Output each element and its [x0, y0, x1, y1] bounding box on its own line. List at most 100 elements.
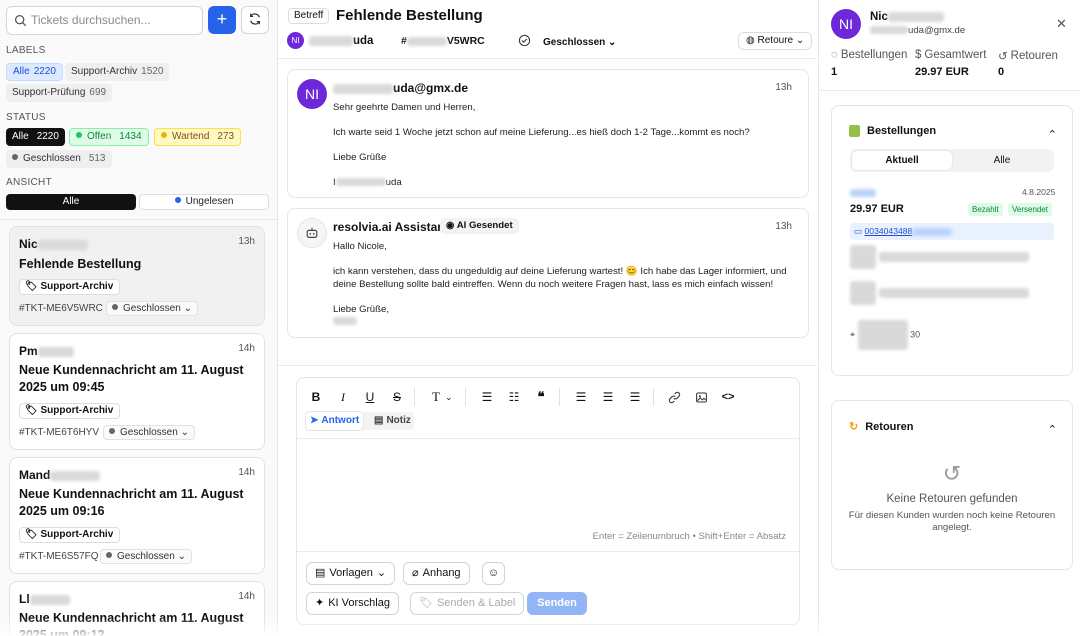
- chevron-up-icon[interactable]: ⌃: [1048, 128, 1057, 141]
- chevron-up-icon[interactable]: ⌃: [1048, 423, 1057, 436]
- status-name: Offen: [87, 131, 112, 142]
- new-ticket-button[interactable]: +: [208, 6, 236, 34]
- redacted-text: [850, 189, 876, 198]
- chevron-down-icon: ⌄: [445, 391, 453, 402]
- ticket-status: Geschlossen: [120, 427, 178, 438]
- reply-textarea[interactable]: [307, 448, 791, 524]
- status-dropdown[interactable]: Geschlossen ⌄: [518, 34, 616, 50]
- text-type-icon: T: [432, 389, 440, 404]
- status-filter-open[interactable]: Offen 1434: [69, 128, 149, 146]
- status-dot-icon: [112, 304, 118, 310]
- orders-header[interactable]: Bestellungen: [849, 125, 936, 137]
- refresh-icon: [248, 12, 262, 29]
- ai-suggestion-button[interactable]: ✦ KI Vorschlag: [306, 592, 399, 615]
- retoure-dropdown[interactable]: ◍ Retoure ⌄: [738, 32, 813, 50]
- templates-dropdown[interactable]: ▤ Vorlagen ⌄: [306, 562, 396, 585]
- dollar-icon: $: [915, 49, 922, 61]
- divider: [278, 365, 819, 366]
- send-and-label-button[interactable]: 🏷︎ Senden & Label: [410, 592, 525, 615]
- note-tab[interactable]: ▤ Notiz: [370, 412, 415, 430]
- status-count: 273: [217, 131, 235, 142]
- align-center-icon[interactable]: ☰: [599, 388, 617, 406]
- search-box[interactable]: [6, 6, 203, 35]
- image-icon[interactable]: [692, 388, 710, 406]
- returns-header[interactable]: ↻ Retouren: [849, 420, 914, 434]
- refresh-button[interactable]: [241, 6, 269, 34]
- attachment-label: Anhang: [422, 567, 461, 579]
- paid-badge: Bezahlt: [968, 203, 1003, 216]
- quote-icon[interactable]: ❝: [532, 388, 550, 406]
- ticket-time: 14h: [238, 343, 255, 354]
- labels-heading: LABELS: [6, 45, 46, 56]
- tag-text: Support-Archiv: [40, 281, 114, 292]
- status-filter-waiting[interactable]: Wartend 273: [154, 128, 242, 146]
- status-count: 1434: [119, 131, 142, 142]
- bold-icon[interactable]: B: [307, 388, 325, 406]
- search-input[interactable]: [31, 13, 196, 27]
- redacted-text: [50, 470, 101, 481]
- message-body: Sehr geehrte Damen und Herren, Ich warte…: [333, 102, 792, 202]
- tag-text: Support-Archiv: [40, 405, 114, 416]
- message-signature: Iuda: [333, 177, 402, 188]
- label-filter-support-archiv[interactable]: Support-Archiv 1520: [65, 63, 170, 81]
- shipped-badge: Versendet: [1008, 203, 1053, 216]
- message-line: Sehr geehrte Damen und Herren,: [333, 102, 476, 113]
- italic-icon[interactable]: I: [334, 388, 352, 406]
- ticket-subject: Neue Kundennachricht am 11. August 2025 …: [19, 363, 244, 394]
- label-filter-all[interactable]: Alle 2220: [6, 63, 63, 81]
- ticket-time: 13h: [238, 236, 255, 247]
- ticket-customer-name: Nic: [19, 237, 38, 251]
- align-right-icon[interactable]: ☰: [626, 388, 644, 406]
- view-all-button[interactable]: Alle: [6, 194, 136, 210]
- redacted-text: [333, 317, 357, 326]
- order-item: [850, 281, 1030, 305]
- tab-all[interactable]: Alle: [952, 151, 1052, 170]
- message-line: Hallo Nicole,: [333, 241, 387, 252]
- emoji-button[interactable]: ☺: [482, 562, 505, 585]
- label-filter-support-pruefung[interactable]: Support-Prüfung 699: [6, 84, 113, 102]
- redacted-text: [309, 35, 353, 46]
- status-dot-icon: [161, 132, 167, 138]
- underline-icon[interactable]: U: [361, 388, 379, 406]
- reply-tab[interactable]: ➤ Antwort: [306, 412, 364, 430]
- label-name: Support-Archiv: [71, 66, 138, 77]
- map-pin-icon: ⌖: [850, 329, 856, 340]
- strikethrough-icon[interactable]: S: [388, 388, 406, 406]
- shopify-icon: [849, 125, 860, 137]
- ticket-card[interactable]: Ll 14h Neue Kundennachricht am 11. Augus…: [9, 581, 265, 636]
- redacted-text: [887, 11, 944, 22]
- tab-current[interactable]: Aktuell: [852, 151, 952, 170]
- ticket-status-dropdown[interactable]: Geschlossen ⌄: [103, 425, 195, 440]
- ticket-card[interactable]: Nic 13h Fehlende Bestellung 🏷︎ Support-A…: [9, 226, 265, 326]
- text-style-dropdown[interactable]: T ⌄: [427, 387, 453, 407]
- code-icon[interactable]: <>: [719, 388, 737, 406]
- ticket-status-dropdown[interactable]: Geschlossen ⌄: [106, 301, 198, 316]
- ticket-id: #TKT-ME6S57FQ: [19, 551, 99, 562]
- link-icon[interactable]: [665, 388, 683, 406]
- status-filter-closed[interactable]: Geschlossen 513: [6, 150, 112, 168]
- stat-orders-label: ◌ Bestellungen: [831, 49, 907, 61]
- ticket-status-dropdown[interactable]: Geschlossen ⌄: [100, 549, 192, 564]
- editor-hint: Enter = Zeilenumbruch • Shift+Enter = Ab…: [592, 531, 786, 542]
- status-name: Geschlossen: [23, 153, 81, 164]
- tracking-link[interactable]: ▭ 0034043488: [850, 223, 1054, 240]
- chevron-down-icon: ⌄: [177, 551, 186, 562]
- message-time: 13h: [775, 82, 792, 93]
- bullet-list-icon[interactable]: ☰: [478, 388, 496, 406]
- customer-name: uda: [309, 35, 373, 47]
- close-icon[interactable]: ✕: [1056, 16, 1067, 32]
- status-filter-all[interactable]: Alle 2220: [6, 128, 65, 146]
- status-name: Wartend: [172, 131, 210, 142]
- avatar: NI: [831, 9, 861, 39]
- avatar: NI: [297, 79, 327, 109]
- ticket-card[interactable]: Mand 14h Neue Kundennachricht am 11. Aug…: [9, 457, 265, 574]
- ticket-card[interactable]: Pm 14h Neue Kundennachricht am 11. Augus…: [9, 333, 265, 450]
- view-unread-button[interactable]: Ungelesen: [139, 194, 269, 210]
- divider: [653, 388, 654, 406]
- numbered-list-icon[interactable]: ☷: [505, 388, 523, 406]
- align-left-icon[interactable]: ☰: [572, 388, 590, 406]
- stat-label: Bestellungen: [840, 49, 908, 61]
- send-button[interactable]: Senden: [527, 592, 587, 615]
- divider: [297, 438, 799, 439]
- attachment-button[interactable]: ⌀ Anhang: [403, 562, 470, 585]
